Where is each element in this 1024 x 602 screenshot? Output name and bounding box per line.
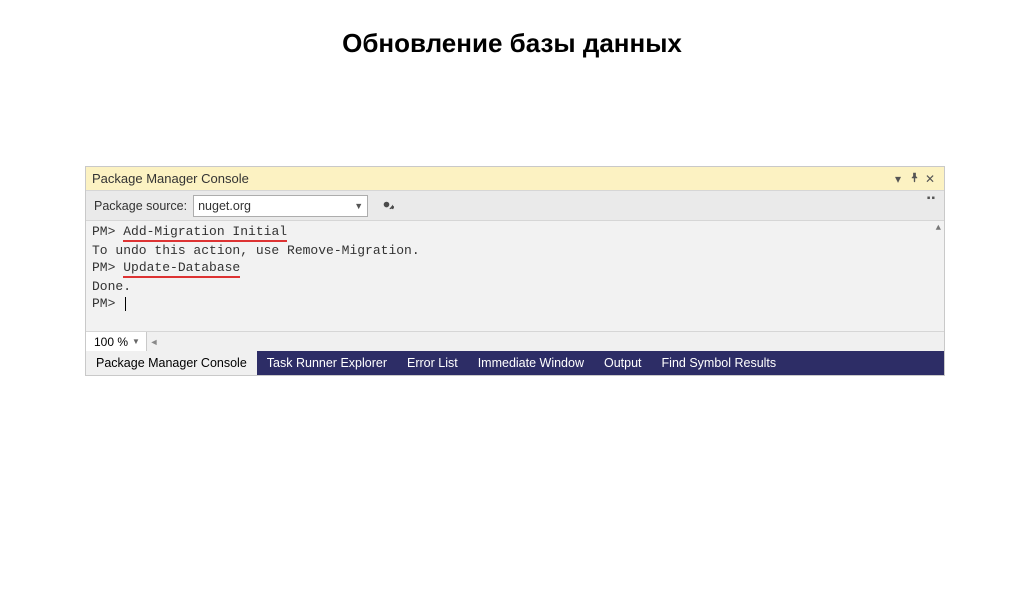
- console-prompt-line[interactable]: PM>: [92, 295, 938, 312]
- pin-icon[interactable]: [906, 172, 922, 186]
- zoom-select[interactable]: 100 % ▼: [86, 332, 147, 351]
- panel-titlebar: Package Manager Console ▾ ✕: [86, 167, 944, 191]
- zoom-value: 100 %: [94, 335, 128, 349]
- console-line: PM> Add-Migration Initial: [92, 223, 938, 242]
- hscroll-left-icon[interactable]: ◄: [147, 337, 161, 347]
- tab-output[interactable]: Output: [594, 351, 652, 375]
- tab-task-runner-explorer[interactable]: Task Runner Explorer: [257, 351, 397, 375]
- settings-button[interactable]: [374, 194, 398, 218]
- page-title: Обновление базы данных: [0, 28, 1024, 59]
- zoom-bar: 100 % ▼ ◄: [86, 331, 944, 351]
- gear-icon: [379, 197, 394, 215]
- scroll-up-icon[interactable]: ▲: [936, 223, 941, 233]
- tab-immediate-window[interactable]: Immediate Window: [468, 351, 594, 375]
- bottom-tabstrip: Package Manager Console Task Runner Expl…: [86, 351, 944, 375]
- console-line: Done.: [92, 278, 938, 295]
- package-source-select[interactable]: nuget.org ▼: [193, 195, 368, 217]
- tab-find-symbol-results[interactable]: Find Symbol Results: [652, 351, 787, 375]
- chevron-down-icon: ▼: [354, 201, 363, 211]
- text-caret: [125, 297, 126, 311]
- toolbar-overflow-icon[interactable]: ▪▪: [927, 193, 936, 204]
- package-source-label: Package source:: [94, 199, 187, 213]
- close-icon[interactable]: ✕: [922, 172, 938, 186]
- window-menu-icon[interactable]: ▾: [890, 172, 906, 186]
- panel-title: Package Manager Console: [92, 171, 890, 186]
- console-line: To undo this action, use Remove-Migratio…: [92, 242, 938, 259]
- chevron-down-icon: ▼: [132, 337, 140, 346]
- package-manager-console-panel: Package Manager Console ▾ ✕ Package sour…: [85, 166, 945, 376]
- panel-toolbar: Package source: nuget.org ▼ ▪▪: [86, 191, 944, 221]
- console-output[interactable]: ▲ PM> Add-Migration Initial To undo this…: [86, 221, 944, 331]
- tab-error-list[interactable]: Error List: [397, 351, 468, 375]
- tab-package-manager-console[interactable]: Package Manager Console: [86, 351, 257, 375]
- package-source-value: nuget.org: [198, 199, 251, 213]
- console-line: PM> Update-Database: [92, 259, 938, 278]
